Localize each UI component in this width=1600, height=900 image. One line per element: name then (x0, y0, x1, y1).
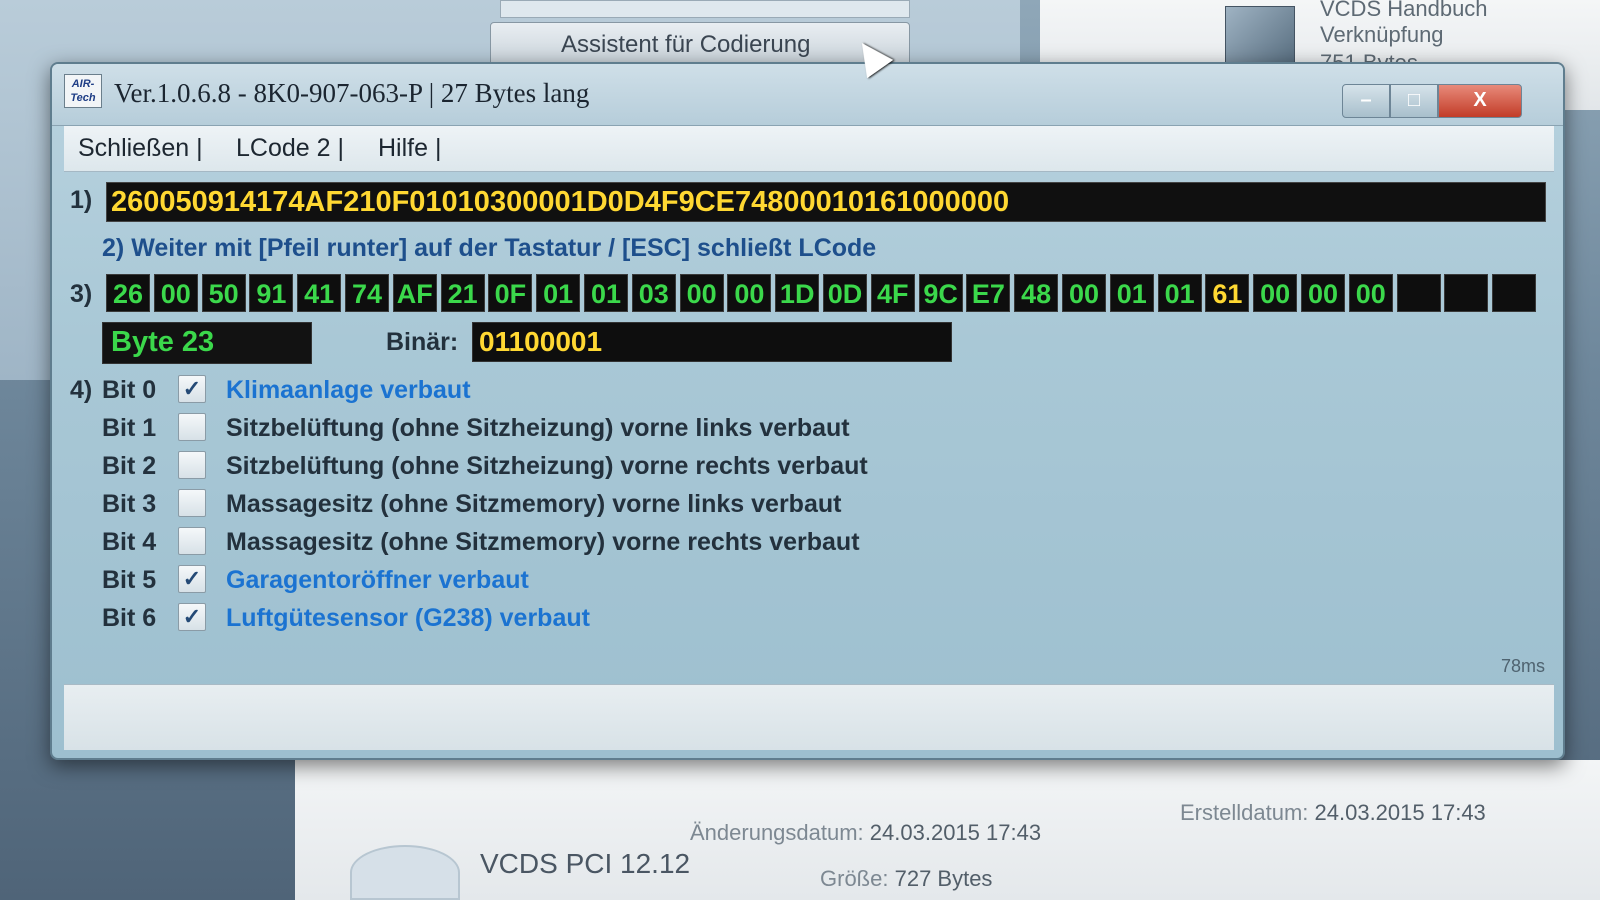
bit-name: Bit 0 (102, 376, 157, 404)
close-button[interactable]: X (1438, 84, 1522, 118)
menu-close[interactable]: Schließen | (78, 134, 203, 163)
byte-cell[interactable] (1396, 274, 1441, 312)
byte-cell[interactable]: 4F (870, 274, 915, 312)
bit-name: Bit 2 (102, 452, 157, 480)
hint-text: Weiter mit [Pfeil runter] auf der Tastat… (131, 234, 877, 262)
byte-cell[interactable] (1444, 274, 1489, 312)
bit-description: Klimaanlage verbaut (226, 376, 471, 404)
menu-lcode2[interactable]: LCode 2 | (236, 134, 344, 163)
byte-cell[interactable]: 03 (631, 274, 676, 312)
byte-cell[interactable]: 41 (297, 274, 342, 312)
row-label-2: 2) (102, 234, 125, 262)
byte-cell[interactable]: 00 (1301, 274, 1345, 312)
binary-label: Binär: (386, 328, 459, 356)
selected-byte-label: Byte 23 (102, 322, 312, 364)
shortcut-icon[interactable] (1225, 6, 1295, 70)
file-size-value: 727 Bytes (894, 866, 993, 891)
shortcut-type: Verknüpfung (1320, 22, 1444, 47)
create-date: Erstelldatum: 24.03.2015 17:43 (1180, 800, 1486, 826)
background-top-field (500, 0, 910, 18)
app-logo-icon: AIR-Tech (64, 74, 102, 108)
bit-row: Bit 4 Massagesitz (ohne Sitzmemory) vorne… (102, 524, 1002, 560)
bit-checkbox[interactable]: ✓ (178, 603, 206, 631)
create-date-value: 24.03.2015 17:43 (1314, 800, 1486, 825)
bit-row: Bit 1 Sitzbelüftung (ohne Sitzheizung) vo… (102, 410, 1002, 446)
status-bar (64, 684, 1554, 750)
bit-row: Bit 3 Massagesitz (ohne Sitzmemory) vorne… (102, 486, 1002, 522)
bit-description: Massagesitz (ohne Sitzmemory) vorne link… (226, 490, 842, 518)
bit-row: Bit 5 ✓ Garagentoröffner verbaut (102, 562, 1002, 598)
file-title: VCDS PCI 12.12 (480, 848, 691, 879)
bit-description: Massagesitz (ohne Sitzmemory) vorne rech… (226, 528, 860, 556)
byte-cell[interactable]: 61 (1205, 274, 1250, 312)
byte-cell[interactable]: 0D (823, 274, 867, 312)
byte-cell[interactable] (1492, 274, 1537, 312)
bit-checkbox[interactable]: ✓ (178, 375, 206, 403)
bit-name: Bit 3 (102, 490, 157, 518)
create-date-label: Erstelldatum: (1180, 800, 1309, 825)
coding-string: 260050914174AF210F01010300001D0D4F9CE748… (111, 186, 1010, 218)
binary-value-field[interactable]: 01100001 (472, 322, 952, 362)
coding-string-field[interactable]: 260050914174AF210F01010300001D0D4F9CE748… (106, 182, 1546, 222)
change-date-value: 24.03.2015 17:43 (869, 820, 1042, 845)
bit-row: Bit 0 ✓ Klimaanlage verbaut (102, 372, 1002, 408)
title-bar[interactable]: AIR-Tech Ver.1.0.6.8 - 8K0-907-063-P | 2… (52, 64, 1563, 126)
bit-checkbox[interactable] (178, 413, 206, 441)
row-label-1: 1) (70, 186, 93, 214)
window-title: Ver.1.0.6.8 - 8K0-907-063-P | 27 Bytes l… (114, 78, 590, 108)
change-date: Änderungsdatum: 24.03.2015 17:43 (690, 820, 1041, 846)
instruction-hint: 2) Weiter mit [Pfeil runter] auf der Tas… (102, 234, 876, 263)
menu-bar: Schließen | LCode 2 | Hilfe | (64, 126, 1554, 172)
timing-status: 78ms (1500, 656, 1545, 676)
file-size: Größe: 727 Bytes (820, 866, 992, 892)
byte-cell[interactable]: 00 (153, 274, 198, 312)
byte-cell[interactable]: 01 (584, 274, 628, 312)
change-date-label: Änderungsdatum: (690, 820, 864, 845)
byte-cell[interactable]: 01 (1157, 274, 1202, 312)
bit-description: Sitzbelüftung (ohne Sitzheizung) vorne l… (226, 414, 850, 442)
bit-row: Bit 2 Sitzbelüftung (ohne Sitzheizung) vo… (102, 448, 1002, 484)
bit-checkbox[interactable] (178, 527, 206, 555)
bit-row: Bit 6 ✓ Luftgütesensor (G238) verbaut (102, 600, 1002, 636)
minimize-button[interactable]: – (1342, 84, 1390, 118)
assistant-button[interactable]: Assistent für Codierung (490, 22, 910, 66)
bit-description: Garagentoröffner verbaut (226, 566, 529, 594)
file-size-label: Größe: (820, 866, 889, 891)
byte-cell[interactable]: 48 (1014, 274, 1059, 312)
row-label-4: 4) (70, 376, 93, 404)
byte-cell[interactable]: E7 (966, 274, 1011, 312)
byte-cell[interactable]: 50 (201, 274, 246, 312)
shortcut-name: VCDS Handbuch (1320, 0, 1488, 21)
byte-cell[interactable]: 01 (1109, 274, 1154, 312)
bit-name: Bit 6 (102, 604, 157, 632)
bit-name: Bit 1 (102, 414, 157, 442)
vcds-logo-icon (350, 845, 460, 900)
byte-cell[interactable]: 00 (727, 274, 772, 312)
byte-cell[interactable]: 01 (536, 274, 581, 312)
byte-cell[interactable]: 00 (1348, 274, 1393, 312)
byte-cell[interactable]: 9C (918, 274, 963, 312)
menu-help[interactable]: Hilfe | (378, 134, 441, 163)
bit-description: Sitzbelüftung (ohne Sitzheizung) vorne r… (226, 452, 868, 480)
bit-name: Bit 4 (102, 528, 157, 556)
bit-name: Bit 5 (102, 566, 157, 594)
byte-cell[interactable]: 91 (249, 274, 294, 312)
byte-cell[interactable]: 26 (106, 274, 150, 312)
byte-cell[interactable]: AF (392, 274, 437, 312)
row-label-3: 3) (70, 280, 93, 308)
lcode-window: AIR-Tech Ver.1.0.6.8 - 8K0-907-063-P | 2… (50, 62, 1565, 760)
byte-cell[interactable]: 21 (440, 274, 485, 312)
bit-checkbox[interactable]: ✓ (178, 565, 206, 593)
maximize-button[interactable]: □ (1390, 84, 1438, 118)
byte-cell[interactable]: 1D (775, 274, 820, 312)
byte-cell[interactable]: 0F (488, 274, 533, 312)
byte-cell[interactable]: 00 (679, 274, 724, 312)
bit-checkbox[interactable] (178, 451, 206, 479)
byte-cell[interactable]: 00 (1253, 274, 1298, 312)
byte-cell[interactable]: 00 (1062, 274, 1106, 312)
bit-description: Luftgütesensor (G238) verbaut (226, 604, 590, 632)
byte-cell[interactable]: 74 (345, 274, 389, 312)
bit-checkbox[interactable] (178, 489, 206, 517)
byte-cells-row: 26 00 50 91 41 74 AF 21 0F 01 01 03 00 00 1D 0D 4F 9C E7 48… (106, 274, 1546, 314)
